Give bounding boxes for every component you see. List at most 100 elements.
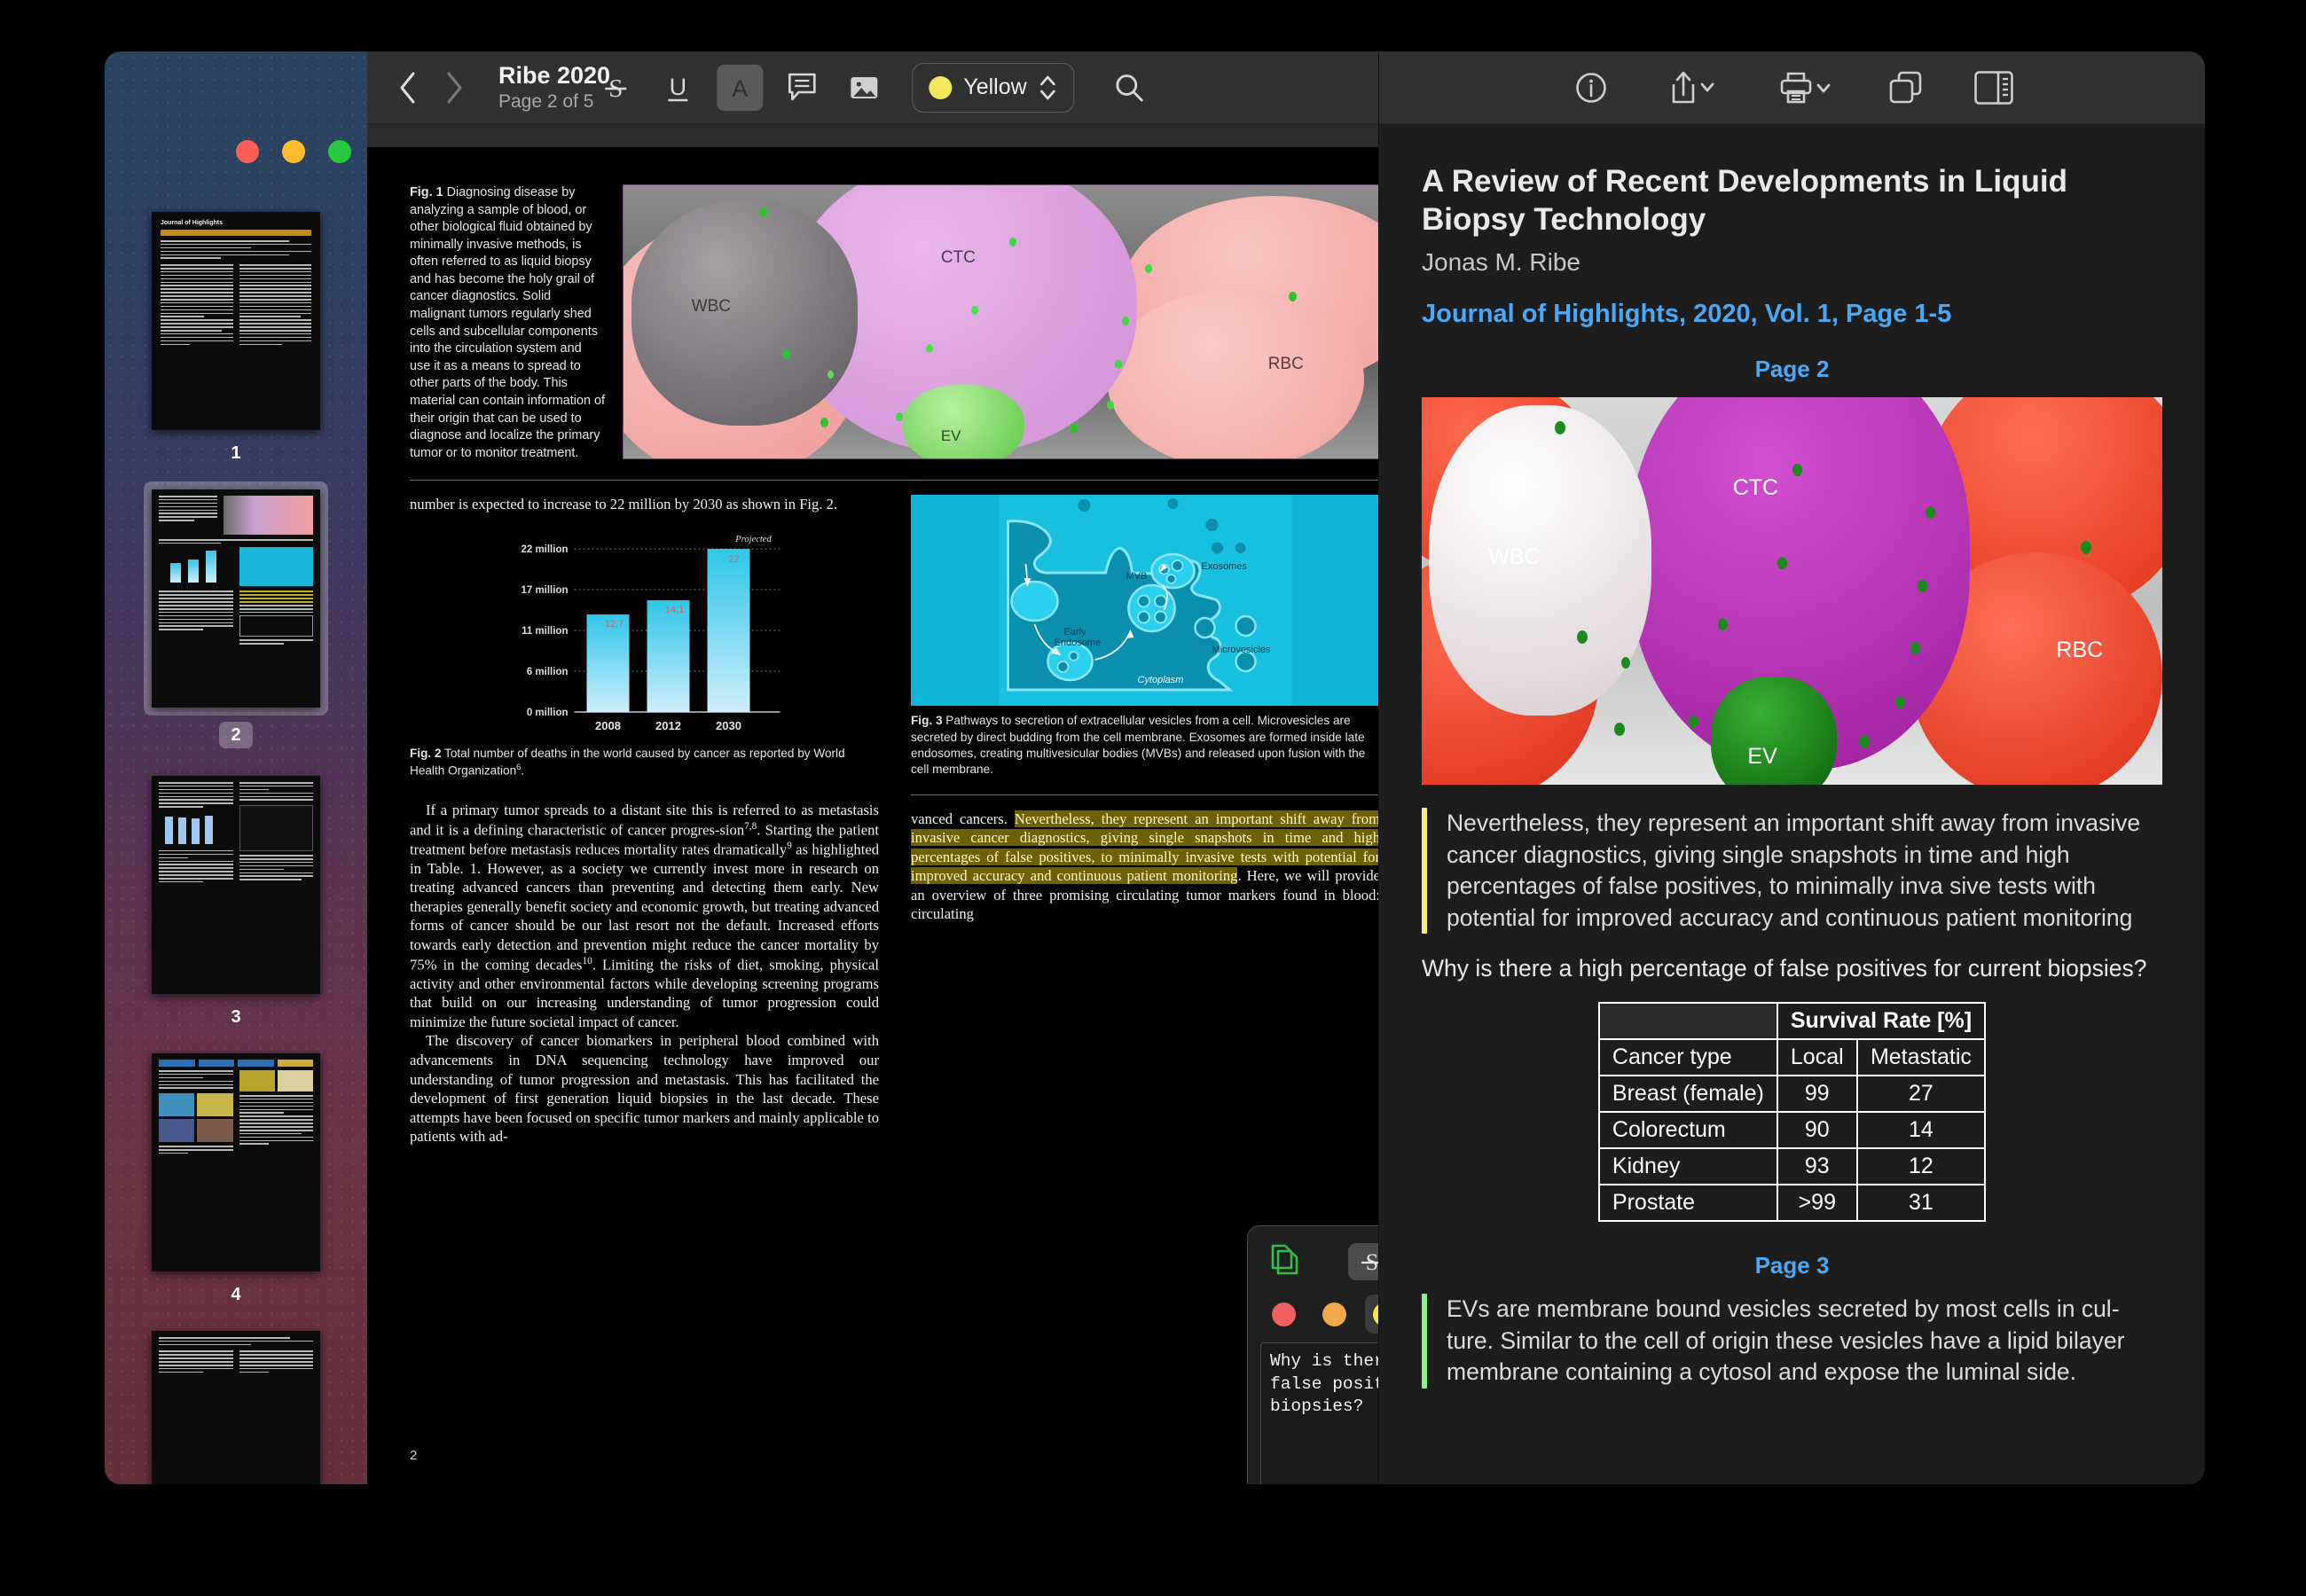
- thumbnail-page-number: 4: [231, 1285, 241, 1304]
- table-row: Breast (female) 99 27: [1597, 1075, 1987, 1114]
- annotation-popup[interactable]: S U A: [1247, 1225, 1378, 1484]
- note-tool-button[interactable]: [779, 65, 825, 111]
- color-name-label: Yellow: [963, 74, 1027, 99]
- thumbnail-item[interactable]: Journal of Highlights 1: [105, 204, 367, 462]
- lead-paragraph: number is expected to increase to 22 mil…: [410, 496, 838, 513]
- info-button[interactable]: [1568, 65, 1614, 111]
- table-cell: 12: [1855, 1147, 1987, 1186]
- app-window: Journal of Highlights 1 2 3 4 Ribe 2020 …: [105, 51, 2205, 1484]
- left-column: number is expected to increase to 22 mil…: [410, 495, 879, 1146]
- pdf-page-2[interactable]: Fig. 1 Diagnosing disease by analyzing a…: [367, 147, 1378, 1484]
- table-cell: Kidney: [1597, 1147, 1778, 1186]
- page-thumbnail-3[interactable]: [152, 776, 320, 994]
- thumbnail-item-selected[interactable]: 2: [105, 481, 367, 748]
- stepper-icon[interactable]: [1039, 72, 1058, 104]
- image-icon: [851, 76, 878, 98]
- note-question-text: Why is there a high percentage of false …: [1422, 955, 2147, 982]
- figure-3-svg: Exosomes MVB Early Endosome Microvesicle…: [999, 495, 1292, 707]
- svg-text:17 million: 17 million: [521, 585, 568, 596]
- figure-3-caption-text: Pathways to secretion of extracellular v…: [911, 714, 1366, 777]
- page-navigation[interactable]: [387, 66, 475, 109]
- image-tool-button[interactable]: [841, 65, 887, 111]
- bar-chart-svg: 22 million 17 million 11 million 6 milli…: [521, 535, 780, 732]
- thumbnail-list[interactable]: Journal of Highlights 1 2 3 4: [105, 204, 367, 1484]
- table-header-local: Local: [1776, 1038, 1858, 1077]
- figure-2-caption-text: Total number of deaths in the world caus…: [410, 746, 845, 778]
- close-button[interactable]: [236, 140, 259, 163]
- highlight-tool-button[interactable]: A: [717, 64, 764, 111]
- figure-1-row: Fig. 1 Diagnosing disease by analyzing a…: [410, 184, 1378, 462]
- annotation-style-segmented[interactable]: S U A: [1348, 1242, 1378, 1280]
- svg-text:0 million: 0 million: [527, 708, 569, 718]
- svg-text:22: 22: [728, 554, 739, 565]
- svg-text:11 million: 11 million: [522, 626, 568, 637]
- page-thumbnail-2[interactable]: [152, 489, 320, 708]
- thumbnail-page-number: 1: [231, 443, 241, 463]
- paper-journal-link[interactable]: Journal of Highlights, 2020, Vol. 1, Pag…: [1422, 300, 2162, 329]
- thumbnail-item[interactable]: 5: [105, 1323, 367, 1484]
- table-cell: 31: [1855, 1184, 1987, 1223]
- label-ctc: CTC: [940, 247, 976, 267]
- underline-tool-button[interactable]: U: [655, 65, 701, 111]
- page-thumbnail-1[interactable]: Journal of Highlights: [152, 212, 320, 430]
- print-button[interactable]: [1767, 65, 1843, 111]
- annotation-color-palette[interactable]: [1264, 1295, 1378, 1334]
- highlight-color-picker[interactable]: Yellow: [912, 62, 1075, 113]
- color-option-yellow[interactable]: [1365, 1295, 1378, 1334]
- table-blank-cell: [1597, 1002, 1778, 1041]
- copy-pages-button[interactable]: [1266, 1240, 1303, 1282]
- chevron-left-icon: [400, 72, 415, 103]
- right-column: Exosomes MVB Early Endosome Microvesicle…: [911, 495, 1378, 1146]
- pdf-scroll-area[interactable]: Fig. 1 Diagnosing disease by analyzing a…: [367, 124, 1378, 1484]
- page-thumbnail-5[interactable]: [152, 1331, 320, 1484]
- thumbnail-page-number: 3: [231, 1007, 241, 1027]
- zoom-button[interactable]: [328, 140, 351, 163]
- duplicate-button[interactable]: [1884, 65, 1930, 111]
- svg-text:12,7: 12,7: [605, 619, 624, 630]
- svg-text:Early: Early: [1064, 627, 1087, 638]
- svg-text:Cytoplasm: Cytoplasm: [1138, 675, 1184, 685]
- annotation-tools: S U A Yellow: [592, 62, 1153, 113]
- share-button[interactable]: [1655, 65, 1726, 111]
- layout-toggle-button[interactable]: [1971, 65, 2017, 111]
- highlight-quote-2[interactable]: EVs are membrane bound vesicles secreted…: [1422, 1294, 2162, 1389]
- thumbnail-item[interactable]: 4: [105, 1045, 367, 1303]
- highlight-a-icon: A: [732, 75, 748, 102]
- table-header-metastatic: Metastatic: [1855, 1038, 1987, 1077]
- figure-1-image: WBC CTC RBC EV: [623, 184, 1378, 459]
- figure-2-bar-chart: 22 million 17 million 11 million 6 milli…: [410, 530, 879, 739]
- table-row: Cancer type Local Metastatic: [1597, 1038, 1987, 1077]
- table-cell: 93: [1776, 1147, 1858, 1186]
- minimize-button[interactable]: [282, 140, 305, 163]
- strikethrough-tool-button[interactable]: S: [592, 65, 639, 111]
- table-header-cancer-type: Cancer type: [1597, 1038, 1778, 1077]
- underline-icon: U: [668, 74, 688, 101]
- quote-2-text: EVs are membrane bound vesicles secreted…: [1447, 1295, 2125, 1386]
- next-page-button[interactable]: [433, 66, 475, 109]
- thumbnail-item[interactable]: 3: [105, 768, 367, 1026]
- strikethrough-icon: S: [605, 74, 627, 103]
- annotation-note-textarea[interactable]: Why is there a high percentage of false …: [1260, 1342, 1378, 1484]
- figure-2-label: Fig. 2: [410, 746, 442, 760]
- search-icon: [1116, 74, 1144, 101]
- highlights-content[interactable]: A Review of Recent Developments in Liqui…: [1379, 124, 2205, 1484]
- search-button[interactable]: [1107, 65, 1153, 111]
- popup-strikethrough-button[interactable]: S: [1348, 1243, 1378, 1280]
- para1-c: as highlighted in Table. 1. However, as …: [410, 841, 879, 974]
- table-super-header: Survival Rate [%]: [1776, 1002, 1987, 1041]
- label-rbc: RBC: [1267, 354, 1304, 373]
- highlighted-paragraph: vanced cancers. Nevertheless, they repre…: [911, 810, 1378, 924]
- previous-page-button[interactable]: [387, 66, 429, 109]
- table-row: Kidney 93 12: [1597, 1147, 1987, 1186]
- page-thumbnail-4[interactable]: [152, 1053, 320, 1271]
- color-option-orange[interactable]: [1314, 1295, 1353, 1334]
- svg-text:22 million: 22 million: [521, 544, 568, 555]
- highlight-quote-1[interactable]: Nevertheless, they represent an importan…: [1422, 808, 2162, 935]
- info-icon: [1575, 72, 1606, 103]
- svg-text:Microvesicles: Microvesicles: [1212, 645, 1272, 655]
- figure-1-caption-text: Diagnosing disease by analyzing a sample…: [410, 185, 605, 460]
- label-wbc: WBC: [691, 297, 731, 317]
- strikethrough-icon: S: [1361, 1249, 1378, 1275]
- panel-layout-icon: [1973, 70, 2013, 105]
- color-option-red[interactable]: [1264, 1295, 1303, 1334]
